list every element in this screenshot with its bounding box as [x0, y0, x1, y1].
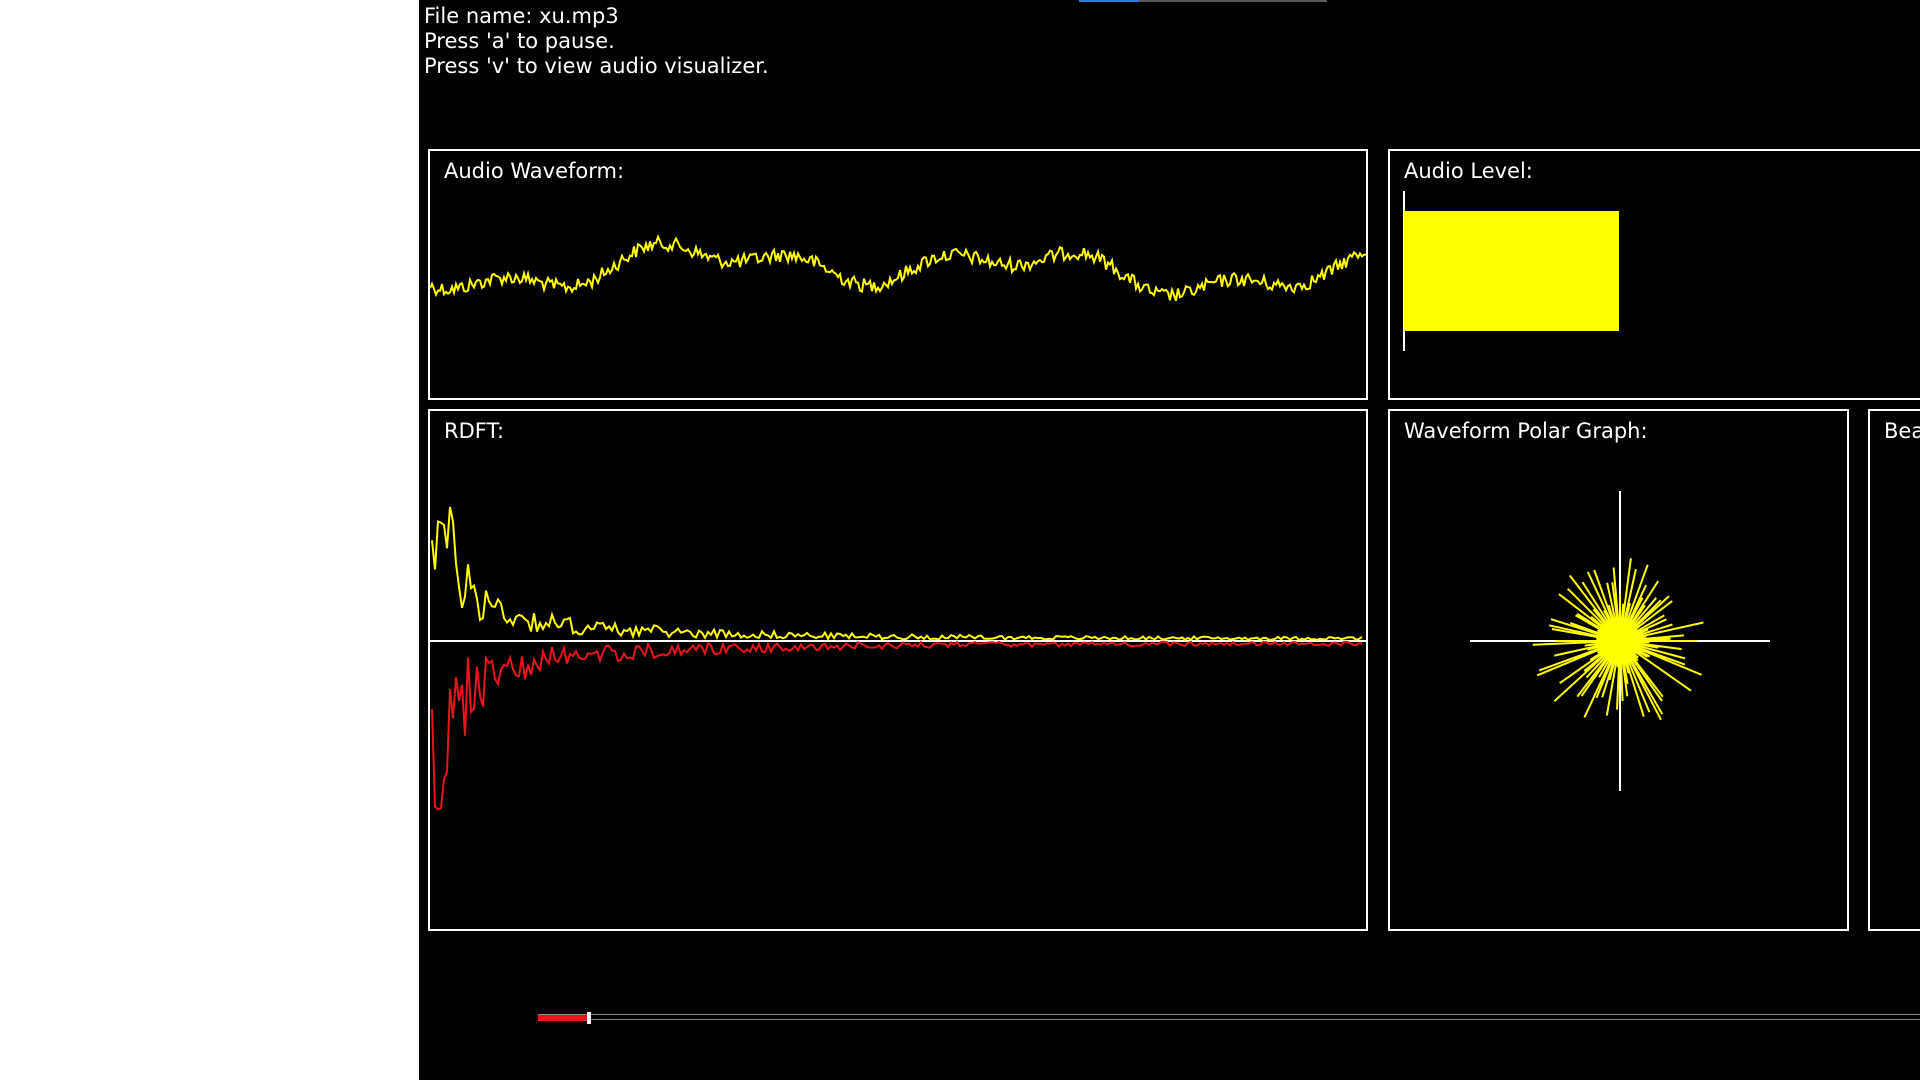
visualizer-hint: Press 'v' to view audio visualizer.: [424, 54, 769, 78]
polar-trace: [1532, 558, 1704, 721]
rdft-negative-line: [431, 640, 1363, 811]
audio-waveform-graph: [430, 234, 1366, 302]
audio-level-meter: [1403, 191, 1619, 351]
rdft-positive-line: [431, 506, 1363, 642]
top-tab-active[interactable]: [1079, 0, 1139, 2]
top-tab-strip[interactable]: [1079, 0, 1327, 2]
file-info: File name: xu.mp3 Press 'a' to pause. Pr…: [424, 4, 769, 79]
pause-hint: Press 'a' to pause.: [424, 29, 615, 53]
file-name-label: File name: xu.mp3: [424, 4, 619, 28]
progress-fill: [538, 1015, 587, 1021]
audio-level-panel: Audio Level:: [1388, 149, 1920, 400]
waveform-line: [430, 234, 1366, 302]
waveform-polar-graph: [1470, 491, 1770, 791]
progress-track[interactable]: [538, 1014, 1920, 1020]
visualizer-window: File name: xu.mp3 Press 'a' to pause. Pr…: [419, 0, 1920, 1080]
playback-progress-bar[interactable]: [538, 1012, 1920, 1024]
audio-waveform-panel: Audio Waveform:: [428, 149, 1368, 400]
rdft-panel: RDFT:: [428, 409, 1368, 931]
beat-panel: Bea: [1868, 409, 1920, 931]
beat-title: Bea: [1884, 419, 1920, 443]
progress-handle[interactable]: [587, 1012, 591, 1024]
waveform-polar-panel: Waveform Polar Graph:: [1388, 409, 1849, 931]
level-bar: [1404, 211, 1619, 331]
rdft-graph: [430, 506, 1366, 811]
